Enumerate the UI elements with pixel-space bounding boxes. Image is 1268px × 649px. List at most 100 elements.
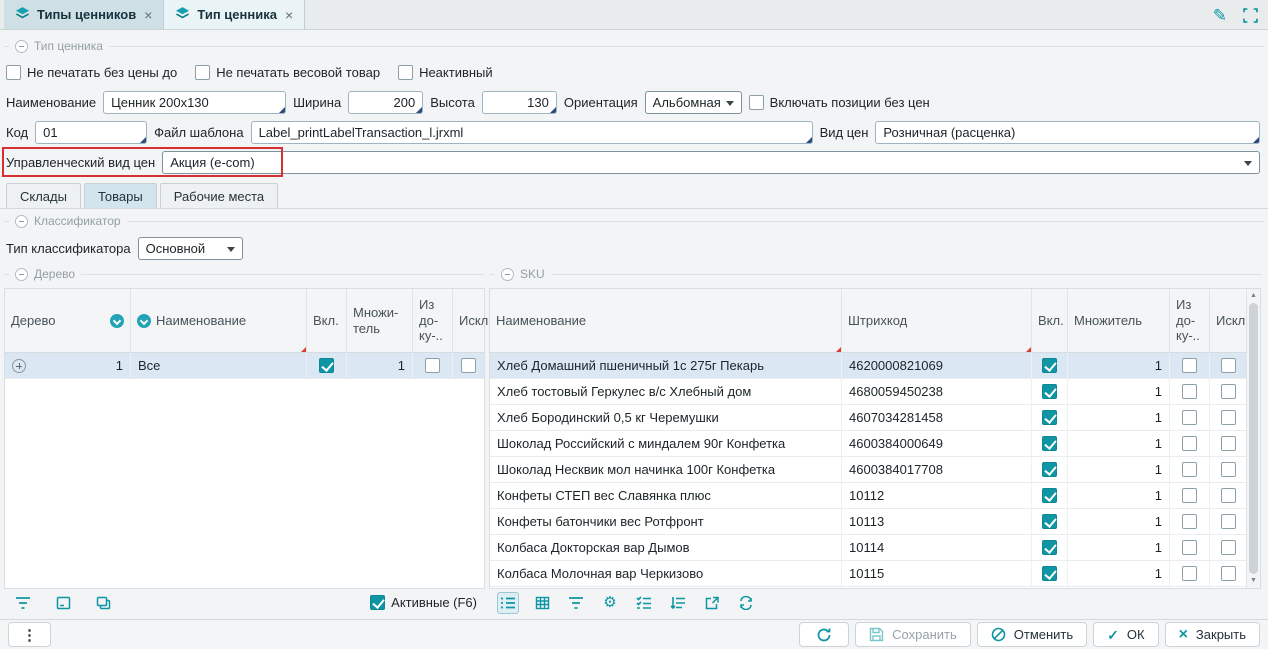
- sku-row[interactable]: Хлеб Домашний пшеничный 1с 275г Пекарь46…: [490, 353, 1246, 379]
- refresh-table-icon[interactable]: [735, 592, 757, 614]
- filter-icon[interactable]: [565, 592, 587, 614]
- vertical-scrollbar[interactable]: ▲ ▼: [1246, 289, 1260, 588]
- close-button[interactable]: ×Закрыть: [1165, 622, 1260, 647]
- row-checkbox[interactable]: [1182, 514, 1197, 529]
- collapse-icon[interactable]: [15, 40, 28, 53]
- row-checkbox[interactable]: [1182, 384, 1197, 399]
- cancel-button[interactable]: Отменить: [977, 622, 1087, 647]
- row-checkbox[interactable]: [1221, 384, 1236, 399]
- tab-warehouses[interactable]: Склады: [6, 183, 81, 208]
- row-checkbox[interactable]: [1182, 462, 1197, 477]
- row-checkbox[interactable]: [1182, 540, 1197, 555]
- code-input[interactable]: 01: [35, 121, 147, 144]
- checkbox-box[interactable]: [195, 65, 210, 80]
- row-checkbox[interactable]: [1221, 514, 1236, 529]
- close-tab-icon[interactable]: ×: [144, 7, 152, 23]
- sku-header-mult[interactable]: Множитель: [1068, 289, 1170, 352]
- tree-header-on[interactable]: Вкл.: [307, 289, 347, 352]
- tree-header-excl[interactable]: Искл: [453, 289, 484, 352]
- row-checkbox[interactable]: [425, 358, 440, 373]
- checkbox-box[interactable]: [398, 65, 413, 80]
- sku-header-on[interactable]: Вкл.: [1032, 289, 1068, 352]
- template-input[interactable]: Label_printLabelTransaction_l.jrxml: [251, 121, 813, 144]
- close-tab-icon[interactable]: ×: [285, 7, 293, 23]
- tree-header-name[interactable]: Наименование: [131, 289, 307, 352]
- checkbox-no-print-weight[interactable]: Не печатать весовой товар: [195, 65, 380, 80]
- row-checkbox[interactable]: [1221, 540, 1236, 555]
- row-checkbox-checked[interactable]: [1042, 540, 1057, 555]
- sku-header-barcode[interactable]: Штрихкод: [842, 289, 1032, 352]
- scroll-down-icon[interactable]: ▼: [1247, 575, 1260, 587]
- sku-row[interactable]: Колбаса Докторская вар Дымов101141: [490, 535, 1246, 561]
- active-filter-checkbox[interactable]: Активные (F6): [370, 595, 477, 610]
- open-external-icon[interactable]: [701, 592, 723, 614]
- edit-pencil-icon[interactable]: ✎: [1213, 7, 1227, 24]
- reorder-list-icon[interactable]: [667, 592, 689, 614]
- collapse-icon[interactable]: [501, 268, 514, 281]
- sku-row[interactable]: Шоколад Российский с миндалем 90г Конфет…: [490, 431, 1246, 457]
- row-checkbox[interactable]: [1221, 410, 1236, 425]
- width-input[interactable]: 200: [348, 91, 423, 114]
- sku-row[interactable]: Конфеты СТЕП вес Славянка плюс101121: [490, 483, 1246, 509]
- row-checkbox[interactable]: [1182, 488, 1197, 503]
- window-tab-price-tag-types[interactable]: Типы ценников ×: [4, 0, 164, 29]
- row-checkbox[interactable]: [1182, 358, 1197, 373]
- checklist-icon[interactable]: [633, 592, 655, 614]
- tree-row[interactable]: 1Все1: [5, 353, 484, 379]
- mgmt-price-combobox[interactable]: Акция (e-com): [162, 151, 1260, 174]
- row-checkbox-checked[interactable]: [1042, 514, 1057, 529]
- sku-header-fromdoc[interactable]: Из до-ку-..: [1170, 289, 1210, 352]
- menu-kebab-button[interactable]: ⋮: [8, 622, 51, 647]
- sort-chevron-icon[interactable]: [137, 314, 151, 328]
- row-checkbox-checked[interactable]: [1042, 436, 1057, 451]
- row-checkbox[interactable]: [1182, 566, 1197, 581]
- checkbox-box[interactable]: [370, 595, 385, 610]
- row-checkbox[interactable]: [1182, 410, 1197, 425]
- row-checkbox[interactable]: [1221, 488, 1236, 503]
- row-checkbox[interactable]: [1221, 566, 1236, 581]
- row-checkbox[interactable]: [1182, 436, 1197, 451]
- filter-icon[interactable]: [12, 592, 34, 614]
- checkbox-box[interactable]: [749, 95, 764, 110]
- list-view-icon[interactable]: [497, 592, 519, 614]
- panel-icon[interactable]: [52, 592, 74, 614]
- checkbox-include-no-price[interactable]: Включать позиции без цен: [749, 95, 930, 110]
- collapse-icon[interactable]: [15, 215, 28, 228]
- checkbox-no-print-before[interactable]: Не печатать без цены до: [6, 65, 177, 80]
- ok-button[interactable]: ✓ОК: [1093, 622, 1158, 647]
- maximize-icon[interactable]: [1243, 8, 1258, 23]
- sku-row[interactable]: Хлеб тостовый Геркулес в/с Хлебный дом46…: [490, 379, 1246, 405]
- save-button[interactable]: Сохранить: [855, 622, 971, 647]
- collapse-icon[interactable]: [15, 268, 28, 281]
- orientation-select[interactable]: Альбомная: [645, 91, 742, 114]
- checkbox-inactive[interactable]: Неактивный: [398, 65, 493, 80]
- row-checkbox-checked[interactable]: [1042, 358, 1057, 373]
- height-input[interactable]: 130: [482, 91, 557, 114]
- checkbox-box[interactable]: [6, 65, 21, 80]
- row-checkbox-checked[interactable]: [319, 358, 334, 373]
- sku-row[interactable]: Конфеты батончики вес Ротфронт101131: [490, 509, 1246, 535]
- row-checkbox[interactable]: [1221, 436, 1236, 451]
- sku-row[interactable]: Колбаса Молочная вар Черкизово101151: [490, 561, 1246, 587]
- scroll-up-icon[interactable]: ▲: [1247, 290, 1260, 302]
- tree-header-fromdoc[interactable]: Из до-ку-..: [413, 289, 453, 352]
- sort-chevron-icon[interactable]: [110, 314, 124, 328]
- refresh-button[interactable]: [799, 622, 849, 647]
- row-checkbox[interactable]: [1221, 358, 1236, 373]
- sku-row[interactable]: Хлеб Бородинский 0,5 кг Черемушки4607034…: [490, 405, 1246, 431]
- row-checkbox-checked[interactable]: [1042, 384, 1057, 399]
- price-type-input[interactable]: Розничная (расценка): [875, 121, 1260, 144]
- sku-header-excl[interactable]: Искл: [1210, 289, 1246, 352]
- copy-icon[interactable]: [92, 592, 114, 614]
- expand-plus-icon[interactable]: [12, 359, 26, 373]
- tree-header-mult[interactable]: Множи-тель: [347, 289, 413, 352]
- tab-goods[interactable]: Товары: [84, 183, 157, 208]
- classifier-type-select[interactable]: Основной: [138, 237, 243, 260]
- row-checkbox-checked[interactable]: [1042, 488, 1057, 503]
- tree-header-tree[interactable]: Дерево: [5, 289, 131, 352]
- sku-row[interactable]: Шоколад Несквик мол начинка 100г Конфетк…: [490, 457, 1246, 483]
- table-view-icon[interactable]: [531, 592, 553, 614]
- scrollbar-thumb[interactable]: [1249, 303, 1258, 574]
- row-checkbox-checked[interactable]: [1042, 410, 1057, 425]
- settings-gear-icon[interactable]: ⚙: [599, 592, 621, 614]
